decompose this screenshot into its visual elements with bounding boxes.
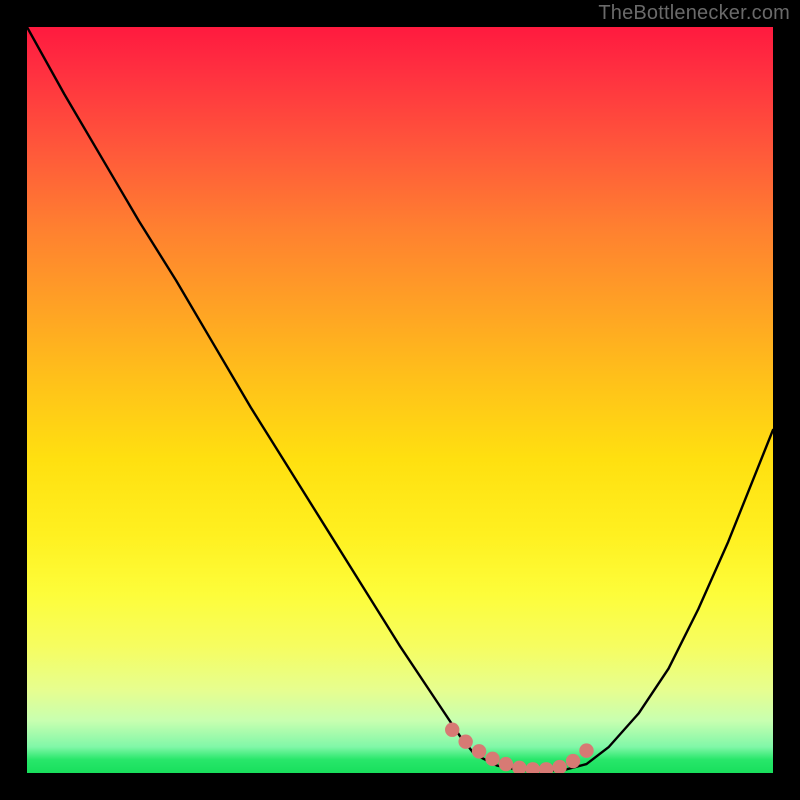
valley-marker bbox=[485, 752, 499, 766]
valley-marker bbox=[458, 734, 472, 748]
valley-marker bbox=[472, 744, 486, 758]
plot-area bbox=[27, 27, 773, 773]
valley-marker bbox=[526, 762, 540, 773]
bottleneck-curve bbox=[27, 27, 773, 773]
valley-marker bbox=[445, 723, 459, 737]
watermark-text: TheBottlenecker.com bbox=[598, 2, 790, 25]
valley-marker bbox=[539, 762, 553, 773]
chart-stage: TheBottlenecker.com bbox=[0, 0, 800, 800]
valley-marker bbox=[499, 757, 513, 771]
valley-marker bbox=[552, 760, 566, 773]
valley-marker bbox=[512, 761, 526, 773]
valley-marker bbox=[566, 754, 580, 768]
bottleneck-curve-path bbox=[27, 27, 773, 771]
valley-marker bbox=[579, 743, 593, 757]
